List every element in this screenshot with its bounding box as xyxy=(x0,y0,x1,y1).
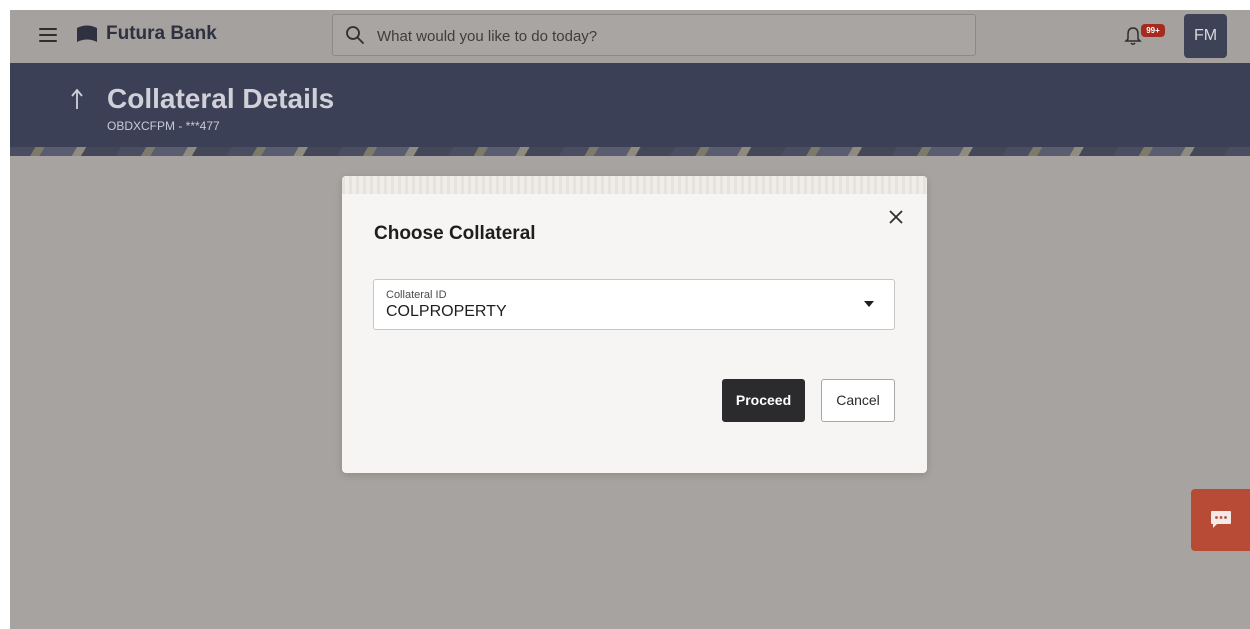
proceed-button[interactable]: Proceed xyxy=(722,379,805,422)
search-input[interactable] xyxy=(375,23,959,49)
close-icon[interactable] xyxy=(888,209,904,225)
collateral-id-value: COLPROPERTY xyxy=(386,303,507,320)
page-subtitle: OBDXCFPM - ***477 xyxy=(107,119,220,133)
chat-button[interactable] xyxy=(1191,489,1250,551)
search-icon xyxy=(346,26,364,44)
back-arrow-icon[interactable] xyxy=(70,88,84,110)
modal-top-strip xyxy=(342,176,927,194)
menu-icon[interactable] xyxy=(39,28,57,42)
avatar[interactable]: FM xyxy=(1184,14,1227,58)
app-frame: Futura Bank 99+ FM Collateral Details OB… xyxy=(10,10,1250,629)
brand-name[interactable]: Futura Bank xyxy=(106,23,217,45)
cancel-button[interactable]: Cancel xyxy=(821,379,895,422)
search-bar[interactable] xyxy=(332,14,976,56)
choose-collateral-modal: Choose Collateral Collateral ID COLPROPE… xyxy=(342,176,927,473)
notification-badge: 99+ xyxy=(1141,24,1165,37)
chat-icon xyxy=(1211,511,1231,528)
header-pattern-strip xyxy=(10,147,1250,156)
bell-icon[interactable] xyxy=(1124,26,1142,46)
collateral-id-select[interactable]: Collateral ID COLPROPERTY xyxy=(373,279,895,330)
collateral-id-label: Collateral ID xyxy=(386,289,447,301)
chevron-down-icon xyxy=(864,301,874,307)
futura-bank-logo xyxy=(77,25,97,42)
page-title: Collateral Details xyxy=(107,83,335,114)
modal-title: Choose Collateral xyxy=(374,223,536,244)
page-header: Collateral Details OBDXCFPM - ***477 xyxy=(10,63,1250,147)
top-bar: Futura Bank 99+ FM xyxy=(10,10,1250,63)
